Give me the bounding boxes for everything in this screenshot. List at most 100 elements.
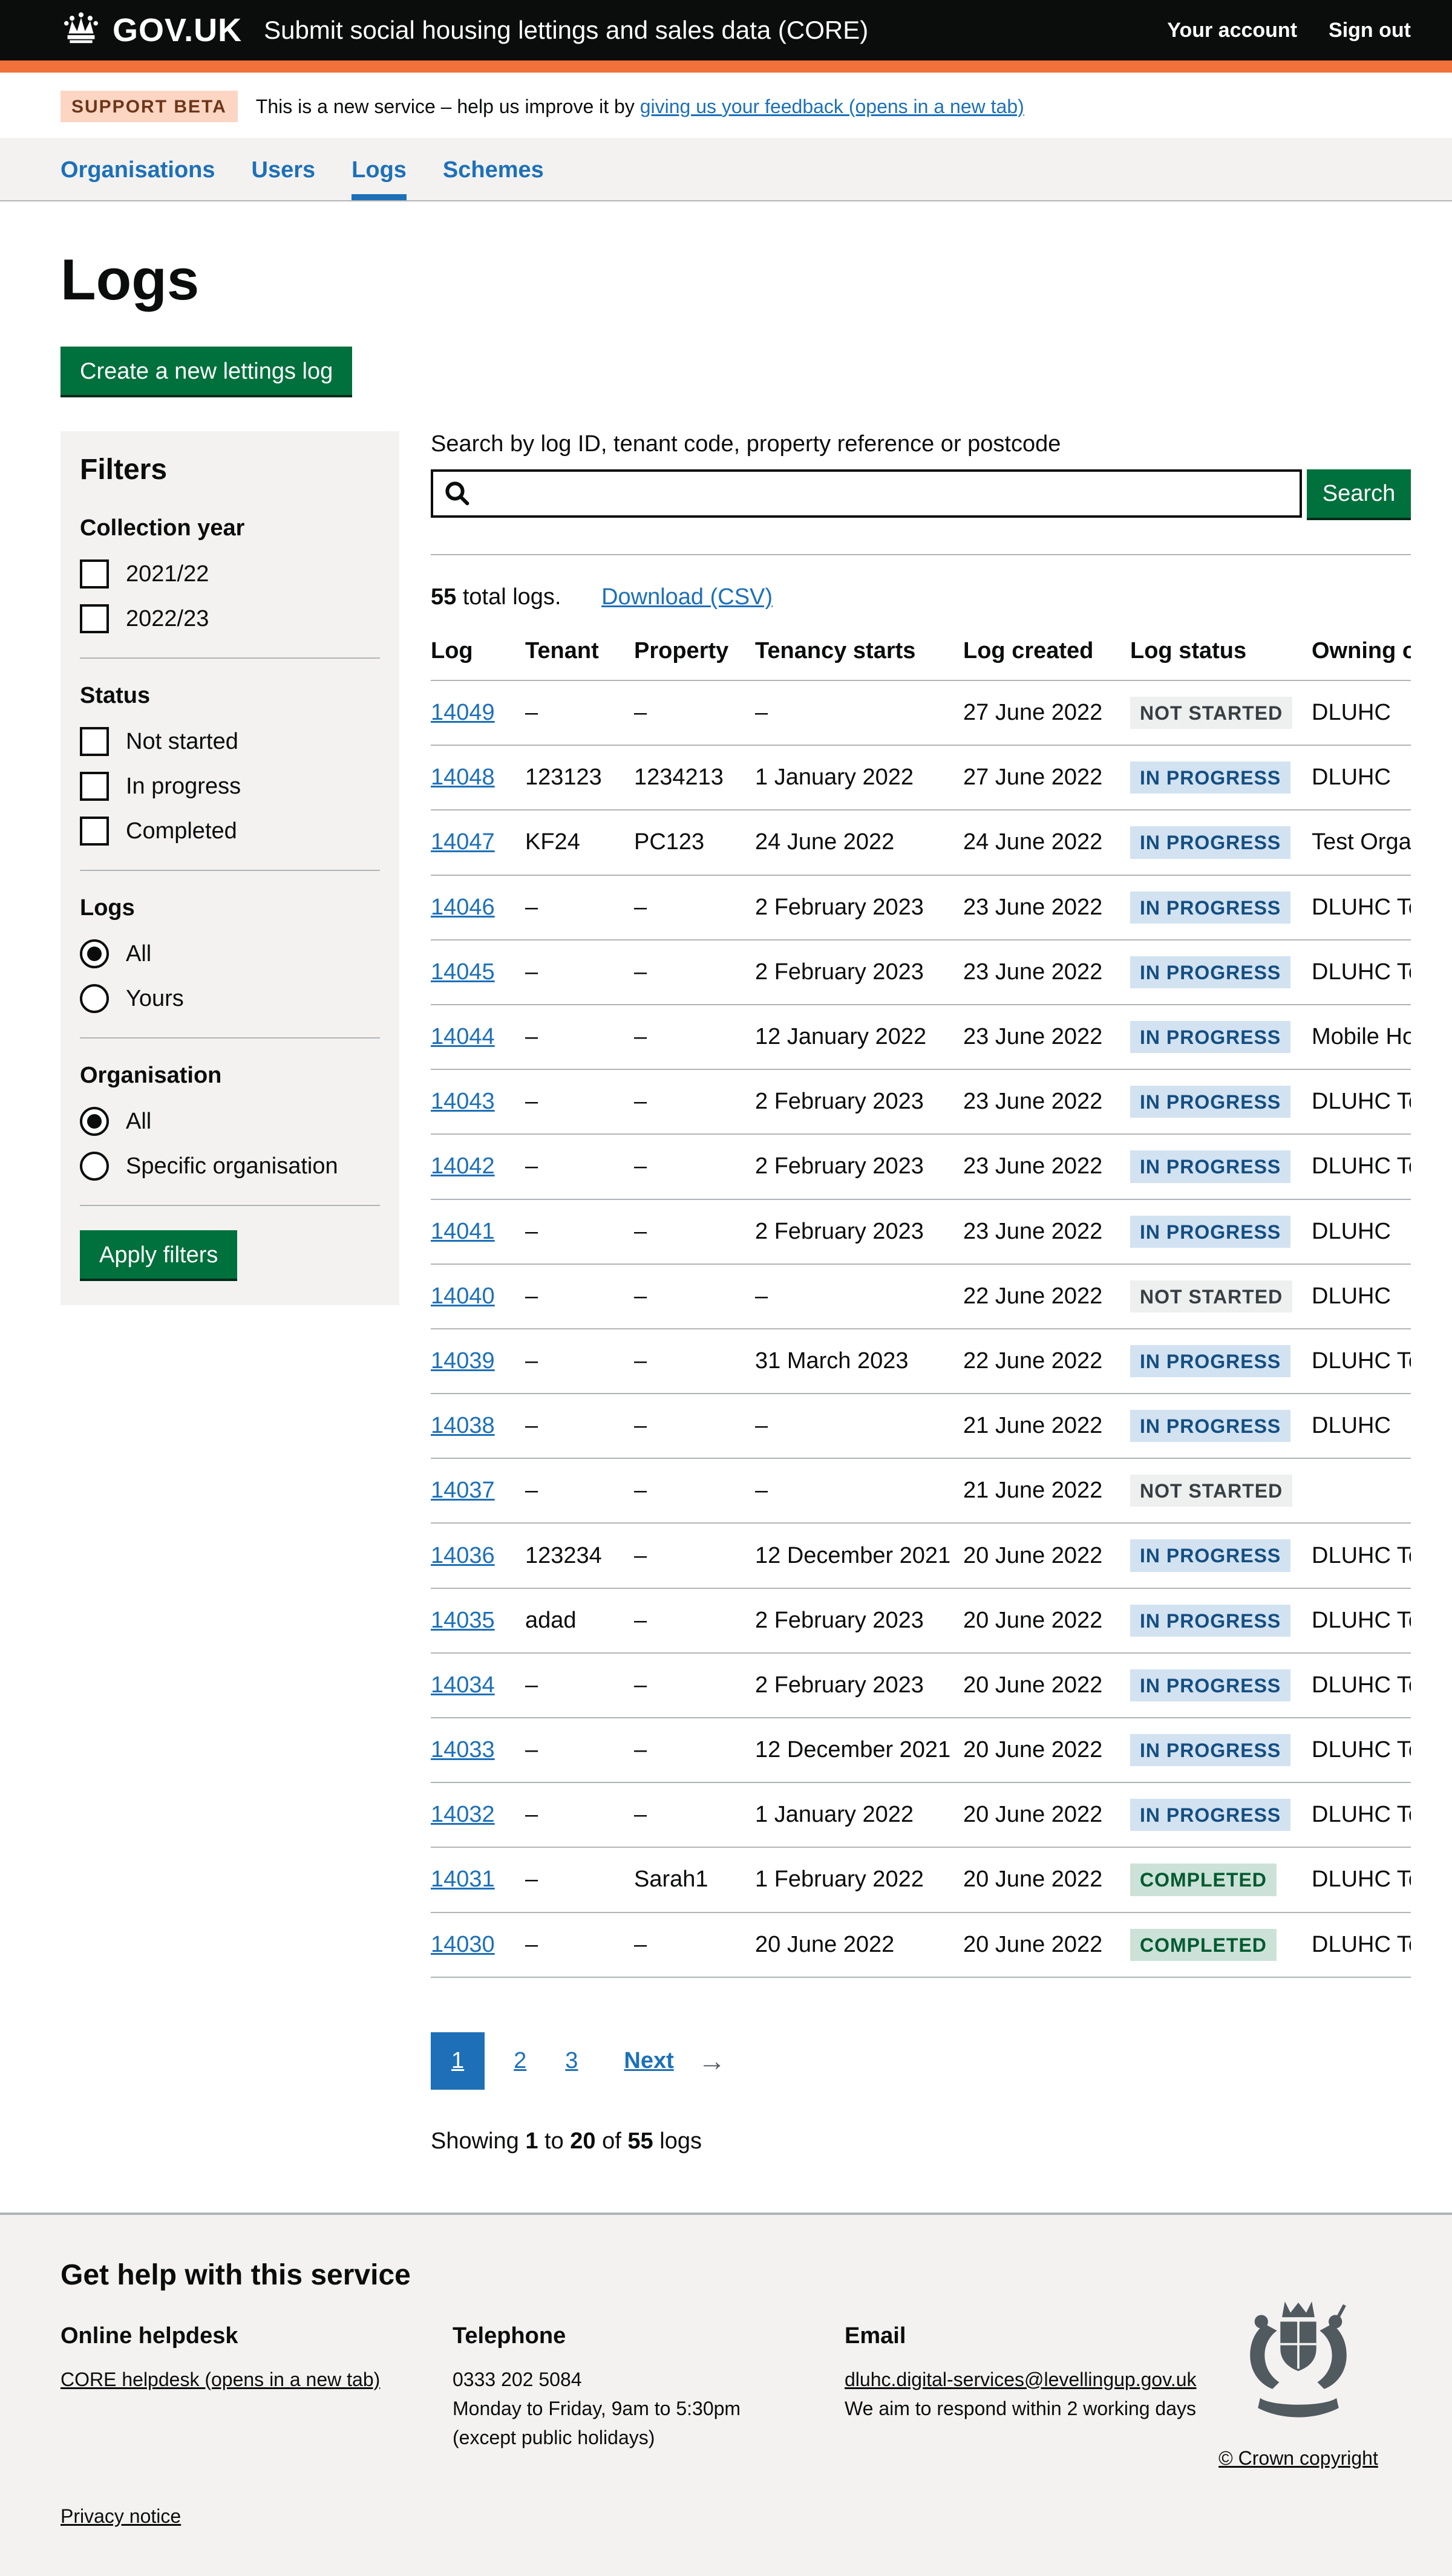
filter-option-all[interactable]: All [80,1107,380,1136]
log-link-14034[interactable]: 14034 [431,1672,495,1698]
royal-coat-of-arms [1231,2401,1366,2422]
log-cell: 14041 [431,1199,525,1264]
pagination-page-2[interactable]: 2 [504,2032,536,2090]
log-link-14040[interactable]: 14040 [431,1283,495,1309]
filter-option-not-started[interactable]: Not started [80,727,380,756]
log-link-14039[interactable]: 14039 [431,1348,495,1374]
tenancy-starts-cell: 24 June 2022 [755,810,963,875]
owning-organisation-cell: DLUHC [1312,745,1411,810]
table-row: 1404812312312342131 January 202227 June … [431,745,1411,810]
feedback-link[interactable]: giving us your feedback (opens in a new … [640,96,1024,117]
log-link-14038[interactable]: 14038 [431,1413,495,1438]
search-input[interactable] [431,469,1302,518]
create-lettings-log-button[interactable]: Create a new lettings log [60,347,352,395]
log-link-14036[interactable]: 14036 [431,1543,495,1568]
tenant-cell: – [525,1847,634,1912]
filter-group-collection-year: Collection year2021/222022/23 [80,515,380,633]
search-button[interactable]: Search [1307,469,1411,518]
owning-organisation-cell: DLUHC [1312,1199,1411,1264]
telephone-hours: Monday to Friday, 9am to 5:30pm [453,2394,820,2423]
log-link-14046[interactable]: 14046 [431,895,495,920]
log-link-14045[interactable]: 14045 [431,959,495,985]
filter-option-all[interactable]: All [80,939,380,968]
checkbox-not-started[interactable] [80,727,109,756]
govuk-logo-link[interactable]: GOV.UK [60,11,242,50]
filter-option-label: 2022/23 [126,606,209,632]
filter-option-yours[interactable]: Yours [80,984,380,1013]
log-link-14032[interactable]: 14032 [431,1802,495,1827]
filter-option-2021-22[interactable]: 2021/22 [80,559,380,589]
showing-summary: Showing 1 to 20 of 55 logs [431,2128,1411,2154]
tenant-cell: – [525,1394,634,1458]
property-cell: – [634,940,755,1005]
download-csv-link[interactable]: Download (CSV) [601,584,773,610]
column-header-log-status: Log status [1130,622,1312,680]
log-link-14030[interactable]: 14030 [431,1932,495,1957]
log-cell: 14048 [431,745,525,810]
radio-yours[interactable] [80,984,109,1013]
checkbox-2022-23[interactable] [80,604,109,633]
showing-suffix: logs [659,2128,702,2154]
filter-option-2022-23[interactable]: 2022/23 [80,604,380,633]
your-account-link[interactable]: Your account [1167,19,1297,42]
results-column: Search by log ID, tenant code, property … [431,431,1411,2154]
log-link-14041[interactable]: 14041 [431,1219,495,1244]
filter-option-in-progress[interactable]: In progress [80,772,380,801]
filter-option-completed[interactable]: Completed [80,817,380,846]
sign-out-link[interactable]: Sign out [1329,19,1411,42]
log-cell: 14032 [431,1782,525,1847]
log-link-14043[interactable]: 14043 [431,1089,495,1114]
showing-from: 1 [525,2128,538,2154]
log-cell: 14040 [431,1264,525,1329]
log-link-14031[interactable]: 14031 [431,1867,495,1892]
property-cell: 1234213 [634,745,755,810]
crown-copyright-link[interactable]: © Crown copyright [1218,2447,1378,2470]
tenant-cell: 123123 [525,745,634,810]
phase-banner-message: This is a new service – help us improve … [256,96,635,117]
filter-divider [80,870,380,871]
radio-all[interactable] [80,1107,109,1136]
log-link-14049[interactable]: 14049 [431,700,495,725]
results-summary: 55 total logs. Download (CSV) [431,584,1411,610]
checkbox-completed[interactable] [80,817,109,846]
pagination-next-link[interactable]: Next [614,2032,683,2090]
status-badge: IN PROGRESS [1130,1734,1290,1766]
apply-filters-button[interactable]: Apply filters [80,1230,237,1279]
email-link[interactable]: dluhc.digital-services@levellingup.gov.u… [845,2369,1197,2390]
nav-item-logs[interactable]: Logs [352,138,407,200]
log-link-14033[interactable]: 14033 [431,1737,495,1762]
nav-item-organisations[interactable]: Organisations [60,138,215,200]
pagination-page-current[interactable]: 1 [431,2032,485,2090]
owning-organisation-cell [1312,1458,1411,1523]
nav-item-schemes[interactable]: Schemes [443,138,544,200]
table-row: 14041––2 February 202323 June 2022IN PRO… [431,1199,1411,1264]
property-cell: – [634,1134,755,1199]
pagination-page-3[interactable]: 3 [555,2032,587,2090]
tenancy-starts-cell: 1 February 2022 [755,1847,963,1912]
status-badge: NOT STARTED [1130,1280,1292,1312]
property-cell: – [634,1458,755,1523]
log-link-14048[interactable]: 14048 [431,765,495,790]
checkbox-in-progress[interactable] [80,772,109,801]
filter-option-specific-organisation[interactable]: Specific organisation [80,1152,380,1181]
log-link-14047[interactable]: 14047 [431,829,495,855]
checkbox-2021-22[interactable] [80,559,109,589]
log-created-cell: 21 June 2022 [963,1458,1130,1523]
log-link-14037[interactable]: 14037 [431,1478,495,1503]
table-row: 14045––2 February 202323 June 2022IN PRO… [431,940,1411,1005]
service-name-link[interactable]: Submit social housing lettings and sales… [264,16,868,45]
owning-organisation-cell: DLUHC [1312,1394,1411,1458]
privacy-notice-link[interactable]: Privacy notice [60,2505,181,2527]
table-row: 14043––2 February 202323 June 2022IN PRO… [431,1069,1411,1134]
core-helpdesk-link[interactable]: CORE helpdesk (opens in a new tab) [60,2369,380,2390]
radio-specific-organisation[interactable] [80,1152,109,1181]
log-status-cell: IN PROGRESS [1130,1782,1312,1847]
filter-group-logs: LogsAllYours [80,895,380,1013]
log-link-14042[interactable]: 14042 [431,1153,495,1179]
log-link-14044[interactable]: 14044 [431,1024,495,1049]
radio-all[interactable] [80,939,109,968]
nav-item-users[interactable]: Users [252,138,316,200]
status-badge: IN PROGRESS [1130,1216,1290,1248]
log-link-14035[interactable]: 14035 [431,1608,495,1633]
tenant-cell: – [525,1329,634,1394]
